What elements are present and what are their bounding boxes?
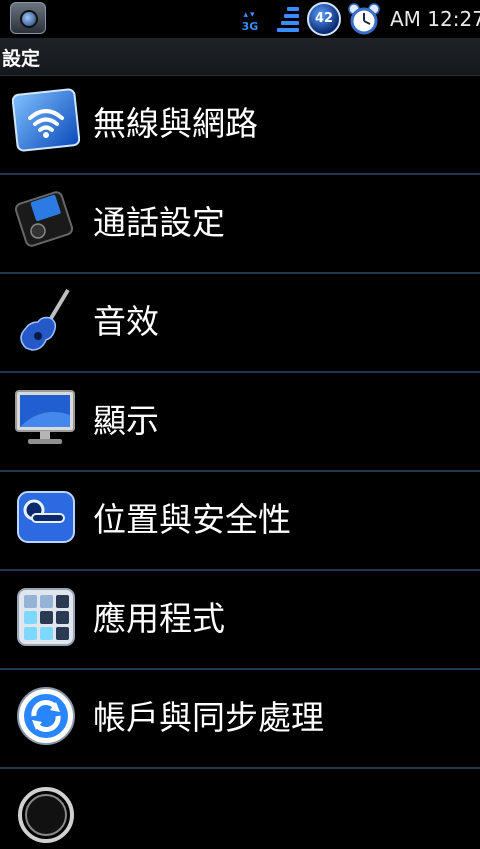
page-title: 設定 [2, 48, 41, 70]
status-bar[interactable]: ▴▾ 3G 42 AM 12:27 [0, 0, 480, 38]
settings-item-partial[interactable] [0, 769, 480, 843]
settings-item-label: 通話設定 [93, 203, 225, 242]
battery-level: 42 [314, 11, 334, 26]
settings-item-location-security[interactable]: 位置與安全性 [0, 472, 480, 571]
applications-icon [17, 588, 75, 646]
settings-item-applications[interactable]: 應用程式 [0, 571, 480, 670]
wifi-icon [12, 88, 80, 152]
clock-icon [18, 787, 74, 843]
signal-icon [277, 5, 299, 33]
title-bar: 設定 [0, 38, 480, 76]
settings-item-sound[interactable]: 音效 [0, 274, 480, 373]
alarm-icon [348, 3, 380, 35]
settings-item-accounts-sync[interactable]: 帳戶與同步處理 [0, 670, 480, 769]
settings-item-label: 音效 [93, 302, 159, 341]
network-3g-icon: ▴▾ 3G [241, 10, 259, 33]
guitar-icon [20, 288, 70, 351]
settings-item-label: 帳戶與同步處理 [93, 698, 324, 737]
sync-icon [17, 687, 75, 745]
settings-item-label: 顯示 [93, 401, 159, 440]
settings-item-label: 應用程式 [93, 599, 225, 638]
settings-list: 無線與網路 通話設定 音效 顯示 位置與安全性 應用程式 帳戶與同步處理 [0, 76, 480, 843]
settings-item-label: 無線與網路 [93, 104, 258, 143]
clock-time: AM 12:27 [390, 7, 480, 31]
phone-icon [14, 191, 74, 247]
notification-icon [10, 2, 46, 34]
monitor-icon [15, 390, 75, 444]
settings-item-call[interactable]: 通話設定 [0, 175, 480, 274]
settings-item-label: 位置與安全性 [93, 500, 291, 539]
battery-icon: 42 [307, 2, 341, 36]
settings-item-display[interactable]: 顯示 [0, 373, 480, 472]
location-security-icon [17, 491, 75, 543]
settings-item-wireless[interactable]: 無線與網路 [0, 76, 480, 175]
